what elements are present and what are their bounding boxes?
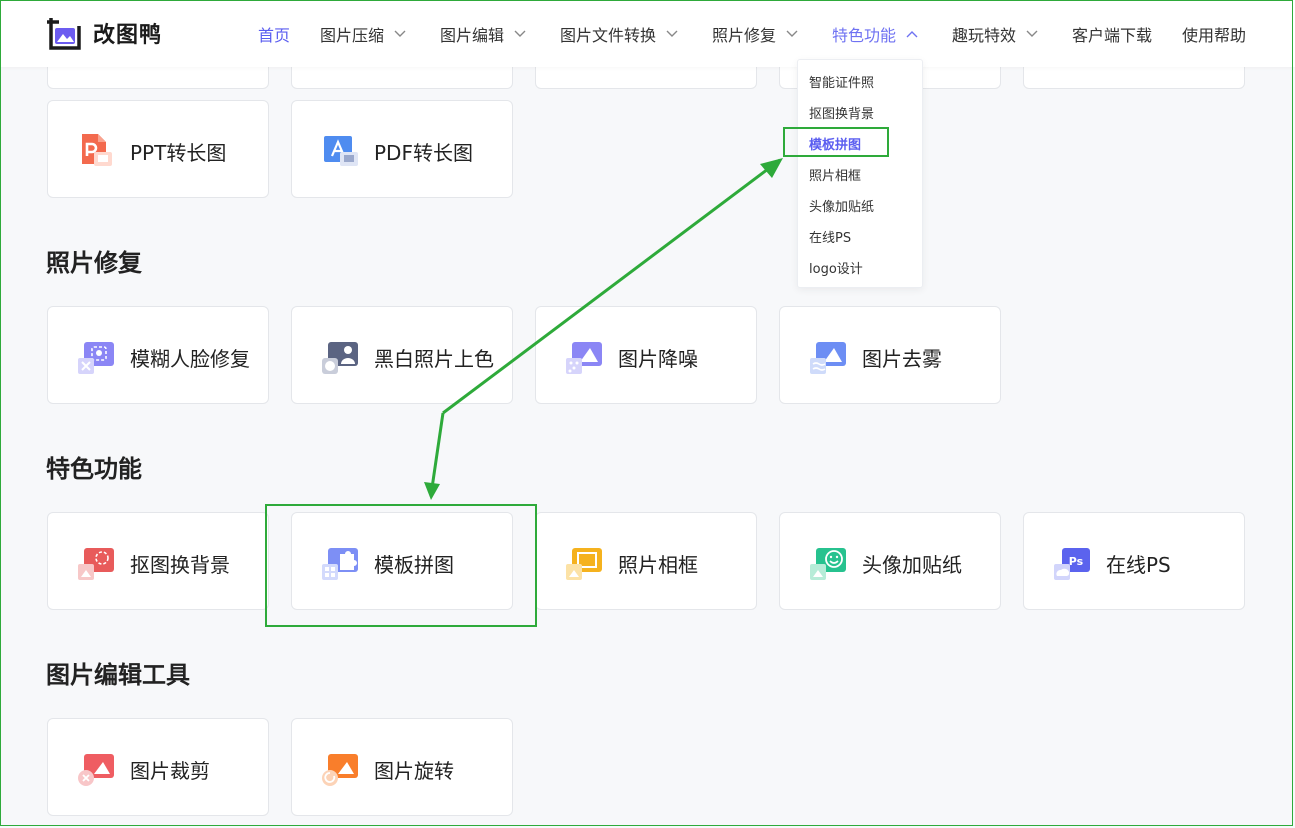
chevron-down-icon xyxy=(514,30,526,37)
card-ppt-to-long-image[interactable]: PPT转长图 xyxy=(47,100,269,198)
dehaze-icon xyxy=(810,342,846,374)
dropdown-item-cutout[interactable]: 抠图换背景 xyxy=(809,103,874,122)
nav-label: 图片文件转换 xyxy=(560,26,657,45)
nav-help[interactable]: 使用帮助 xyxy=(1182,22,1246,46)
logo-icon xyxy=(47,18,81,50)
dropdown-item-logo-design[interactable]: logo设计 xyxy=(809,258,863,277)
card-label: 图片降噪 xyxy=(618,347,698,371)
card-label: 图片裁剪 xyxy=(130,759,210,783)
nav-label: 特色功能 xyxy=(832,26,897,45)
card-label: 照片相框 xyxy=(618,553,698,577)
pdf-file-icon xyxy=(324,136,358,166)
card-denoise[interactable]: 图片降噪 xyxy=(535,306,757,404)
section-title-photo-repair: 照片修复 xyxy=(46,249,142,277)
card-label: 头像加贴纸 xyxy=(862,553,962,577)
section-title-special-features: 特色功能 xyxy=(46,455,142,483)
card-dehaze[interactable]: 图片去雾 xyxy=(779,306,1001,404)
annotation-arrow-head xyxy=(760,158,783,178)
nav-image-compress[interactable]: 图片压缩 xyxy=(320,22,406,46)
nav-file-convert[interactable]: 图片文件转换 xyxy=(560,22,678,46)
nav-fun-effects[interactable]: 趣玩特效 xyxy=(952,22,1038,46)
card-label: PDF转长图 xyxy=(374,141,473,165)
ps-icon: Ps xyxy=(1054,548,1090,580)
nav-label: 使用帮助 xyxy=(1182,26,1247,45)
top-header: 改图鸭 首页 图片压缩 图片编辑 图片文件转换 照片修复 特色功能 趣玩特效 客… xyxy=(0,0,1295,67)
card-label: 在线PS xyxy=(1106,553,1171,577)
dropdown-item-id-photo[interactable]: 智能证件照 xyxy=(809,72,874,91)
section-title-image-editing-tools: 图片编辑工具 xyxy=(46,661,190,689)
nav-label: 照片修复 xyxy=(712,26,777,45)
colorize-icon xyxy=(322,342,358,374)
card-label: 模糊人脸修复 xyxy=(130,347,250,371)
brand-logo[interactable]: 改图鸭 xyxy=(45,14,162,52)
annotation-highlight-box xyxy=(265,504,537,627)
chevron-down-icon xyxy=(394,30,406,37)
nav-label: 图片压缩 xyxy=(320,26,385,45)
card-pdf-to-long-image[interactable]: PDF转长图 xyxy=(291,100,513,198)
annotation-arrow-head xyxy=(424,482,440,500)
card-label: 图片去雾 xyxy=(862,347,942,371)
nav-label: 趣玩特效 xyxy=(952,26,1017,45)
card-label: 图片旋转 xyxy=(374,759,454,783)
nav-label: 图片编辑 xyxy=(440,26,505,45)
card-label: PPT转长图 xyxy=(130,141,227,165)
chevron-up-icon xyxy=(906,31,918,38)
ppt-file-icon xyxy=(82,134,112,166)
card-label: 黑白照片上色 xyxy=(374,347,494,371)
annotation-highlight-box xyxy=(783,127,889,157)
nav-photo-repair[interactable]: 照片修复 xyxy=(712,22,798,46)
nav-label: 客户端下载 xyxy=(1072,26,1153,45)
card-label: 抠图换背景 xyxy=(130,553,230,577)
dropdown-item-photo-frame[interactable]: 照片相框 xyxy=(809,165,861,184)
card-bw-colorize[interactable]: 黑白照片上色 xyxy=(291,306,513,404)
card-cutout-background[interactable]: 抠图换背景 xyxy=(47,512,269,610)
special-features-dropdown: 智能证件照 抠图换背景 模板拼图 照片相框 头像加贴纸 在线PS logo设计 xyxy=(797,59,923,288)
card-image-rotate[interactable]: 图片旋转 xyxy=(291,718,513,816)
nav-label: 首页 xyxy=(258,26,291,45)
nav-client-download[interactable]: 客户端下载 xyxy=(1072,22,1152,46)
annotation-arrow-to-card xyxy=(430,412,445,489)
nav-image-edit[interactable]: 图片编辑 xyxy=(440,22,526,46)
dropdown-item-sticker[interactable]: 头像加贴纸 xyxy=(809,196,874,215)
card-photo-frame[interactable]: 照片相框 xyxy=(535,512,757,610)
photo-frame-icon xyxy=(566,548,602,580)
crop-icon xyxy=(78,754,114,786)
rotate-icon xyxy=(322,754,358,786)
chevron-down-icon xyxy=(1026,30,1038,37)
nav-home[interactable]: 首页 xyxy=(258,22,290,46)
dropdown-item-online-ps[interactable]: 在线PS xyxy=(809,227,851,246)
face-repair-icon xyxy=(78,342,114,374)
nav-special-features[interactable]: 特色功能 xyxy=(832,22,918,46)
denoise-icon xyxy=(566,342,602,374)
svg-text:Ps: Ps xyxy=(1069,555,1084,568)
brand-name: 改图鸭 xyxy=(93,23,163,48)
smile-sticker-icon xyxy=(810,548,846,580)
card-blurry-face-repair[interactable]: 模糊人脸修复 xyxy=(47,306,269,404)
cutout-icon xyxy=(78,548,114,580)
card-online-ps[interactable]: Ps 在线PS xyxy=(1023,512,1245,610)
chevron-down-icon xyxy=(786,30,798,37)
chevron-down-icon xyxy=(666,30,678,37)
card-image-crop[interactable]: 图片裁剪 xyxy=(47,718,269,816)
card-avatar-sticker[interactable]: 头像加贴纸 xyxy=(779,512,1001,610)
